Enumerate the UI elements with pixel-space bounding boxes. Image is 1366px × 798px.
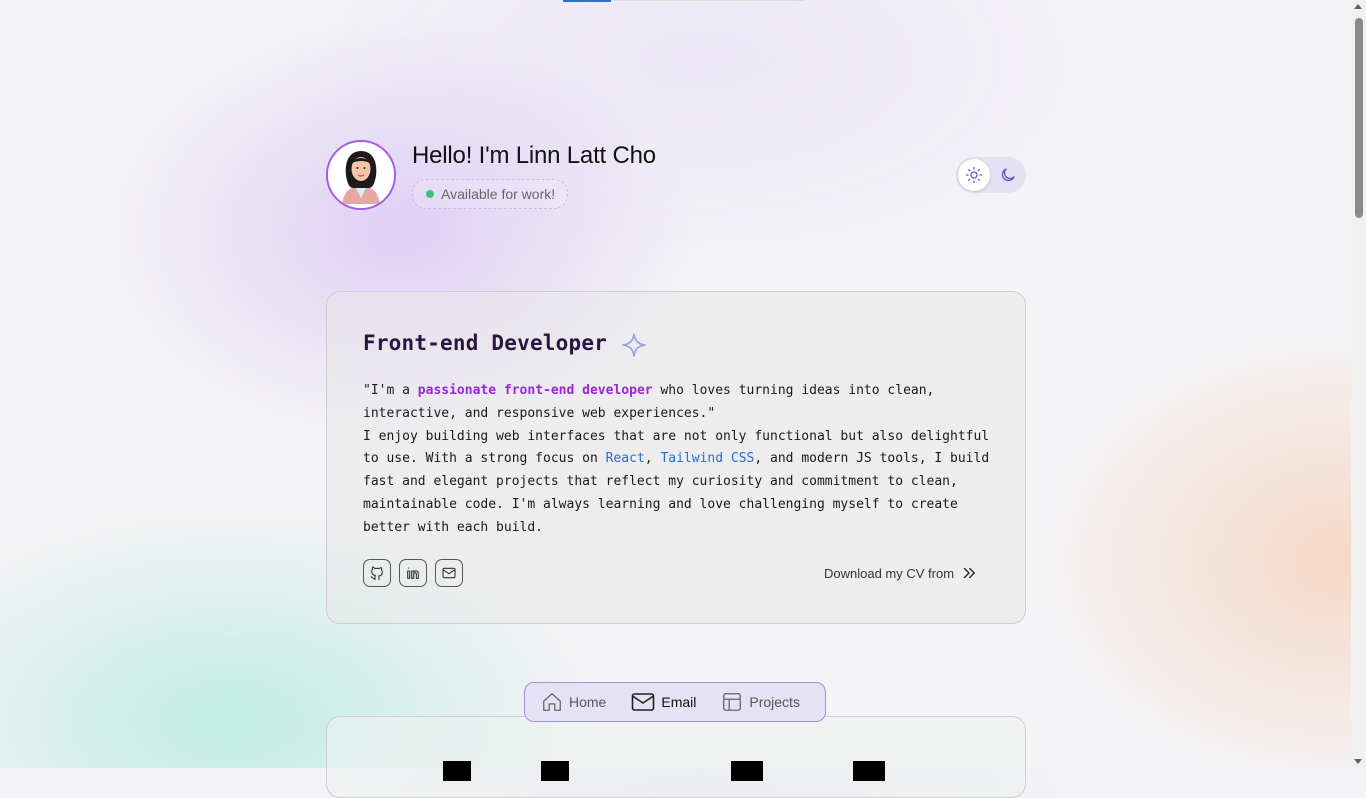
bio-text: "I'm a passionate front-end developer wh… xyxy=(363,380,993,540)
tech-tailwind: Tailwind CSS xyxy=(660,451,755,467)
reading-progress xyxy=(563,0,805,2)
layout-icon xyxy=(723,693,742,711)
scrollbar-thumb[interactable] xyxy=(1355,18,1363,218)
nav-label-home: Home xyxy=(569,694,607,710)
nav-label-email: Email xyxy=(661,694,697,710)
nav-item-home[interactable]: Home xyxy=(541,691,606,713)
mail-icon xyxy=(442,567,456,579)
linkedin-icon xyxy=(407,567,419,579)
heading-glyph xyxy=(443,761,471,781)
light-theme-button[interactable] xyxy=(958,159,990,191)
social-links xyxy=(363,559,463,587)
heading-glyph xyxy=(853,761,885,781)
bottom-nav: Home Email Projects xyxy=(524,682,826,722)
next-section-card xyxy=(326,716,1026,798)
about-card: Front-end Developer "I'm a passionate fr… xyxy=(326,291,1026,624)
double-chevron-right-icon xyxy=(963,567,975,579)
moon-icon xyxy=(1001,168,1015,182)
quote-open: "I'm a xyxy=(363,383,418,398)
sparkle-icon xyxy=(622,333,646,357)
heading-glyph xyxy=(541,761,569,781)
nav-item-email[interactable]: Email xyxy=(631,691,696,713)
download-cv-link[interactable]: Download my CV from xyxy=(824,564,978,582)
availability-label: Available for work! xyxy=(441,186,556,202)
greeting-heading: Hello! I'm Linn Latt Cho xyxy=(412,142,656,169)
scroll-down-arrow-icon[interactable] xyxy=(1354,759,1362,764)
role-title: Front-end Developer xyxy=(363,331,608,355)
nav-item-projects[interactable]: Projects xyxy=(721,691,800,713)
scroll-up-arrow-icon[interactable] xyxy=(1354,4,1362,9)
profile-header: Hello! I'm Linn Latt Cho Available for w… xyxy=(326,140,1026,212)
tech-react: React xyxy=(605,451,645,467)
home-icon xyxy=(543,693,561,711)
github-link[interactable] xyxy=(363,559,391,587)
email-link[interactable] xyxy=(435,559,463,587)
heading-glyph xyxy=(731,761,763,781)
nav-label-projects: Projects xyxy=(749,694,800,710)
highlight-phrase: passionate front-end developer xyxy=(417,383,653,398)
scrollbar[interactable] xyxy=(1351,0,1366,768)
mail-icon xyxy=(632,693,655,711)
github-icon xyxy=(370,566,383,581)
linkedin-link[interactable] xyxy=(399,559,427,587)
status-dot-icon xyxy=(426,190,434,198)
download-cv-label: Download my CV from xyxy=(824,565,955,581)
avatar xyxy=(326,140,396,210)
sun-icon xyxy=(965,166,983,184)
reading-progress-fill xyxy=(563,0,611,2)
dark-theme-button[interactable] xyxy=(992,159,1024,191)
tech-separator: , xyxy=(644,451,661,467)
theme-toggle[interactable] xyxy=(956,157,1026,193)
availability-badge: Available for work! xyxy=(412,179,569,209)
